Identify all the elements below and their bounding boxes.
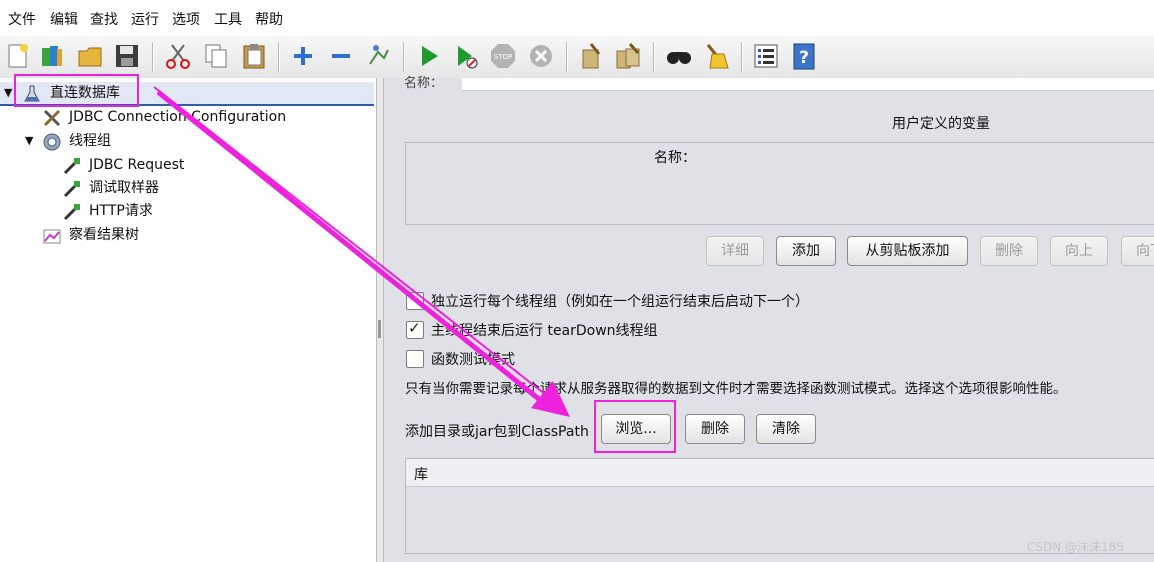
- test-plan-tree: ▼ 直连数据库 JDBC Connection Configuration ▼ …: [0, 78, 376, 562]
- toggle-icon[interactable]: [364, 42, 392, 70]
- detail-button[interactable]: 详细: [706, 236, 764, 266]
- tree-item-label: HTTP请求: [89, 203, 153, 219]
- user-variables-table[interactable]: 名称：: [405, 142, 1154, 225]
- toolbar-separator: [278, 42, 280, 72]
- expand-icon[interactable]: [289, 42, 317, 70]
- chart-icon: [43, 229, 61, 244]
- search-icon[interactable]: [665, 42, 693, 70]
- test-plan-panel: 名称： 用户定义的变量 名称： 详细 添加 从剪贴板添加 删除 向上 向下 独立…: [384, 76, 1154, 562]
- templates-icon[interactable]: [38, 42, 66, 70]
- watermark: CSDN @沫沫18S: [1027, 540, 1124, 554]
- move-down-button[interactable]: 向下: [1121, 236, 1154, 266]
- tree-item-label: 调试取样器: [89, 180, 159, 196]
- copy-icon[interactable]: [202, 42, 230, 70]
- save-icon[interactable]: [113, 42, 141, 70]
- toolbar-separator: [653, 42, 655, 72]
- toolbar-separator: [403, 42, 405, 72]
- sampler-icon: [63, 204, 80, 221]
- wrench-icon: [43, 109, 61, 127]
- teardown-on-shutdown-checkbox[interactable]: [406, 319, 424, 339]
- toolbar-separator: [741, 42, 743, 72]
- svg-text:?: ?: [799, 48, 809, 68]
- expand-toggle-icon[interactable]: ▼: [25, 130, 33, 152]
- menu-edit[interactable]: 编辑: [50, 9, 78, 29]
- tree-item-label: JDBC Request: [89, 157, 185, 173]
- menu-run[interactable]: 运行: [131, 9, 159, 29]
- name-label: 名称：: [404, 76, 444, 91]
- add-button[interactable]: 添加: [776, 236, 836, 266]
- collapse-icon[interactable]: [327, 42, 355, 70]
- highlight-box-root: [14, 74, 139, 107]
- functional-mode-checkbox[interactable]: [406, 350, 424, 368]
- run-groups-consecutively-checkbox[interactable]: [406, 292, 424, 310]
- paste-icon[interactable]: [240, 42, 268, 70]
- menu-file[interactable]: 文件: [8, 9, 36, 29]
- delete-row-button[interactable]: 删除: [980, 236, 1038, 266]
- toolbar-separator: [152, 42, 154, 72]
- clear-classpath-button[interactable]: 清除: [756, 414, 816, 444]
- remove-classpath-button[interactable]: 删除: [685, 414, 745, 444]
- expand-toggle-icon[interactable]: ▼: [4, 82, 12, 104]
- open-icon[interactable]: [76, 42, 104, 70]
- help-icon[interactable]: ?: [790, 42, 818, 70]
- toolbar-separator: [566, 42, 568, 72]
- cut-icon[interactable]: [164, 42, 192, 70]
- menu-options[interactable]: 选项: [172, 9, 200, 29]
- checkbox-label: 主线程结束后运行 tearDown线程组: [431, 323, 658, 339]
- column-header-name: 名称：: [654, 150, 696, 166]
- menu-tools[interactable]: 工具: [214, 9, 242, 29]
- clear-icon[interactable]: [577, 42, 605, 70]
- menu-bar: 文件 编辑 查找 运行 选项 工具 帮助: [0, 0, 1154, 36]
- gear-icon: [43, 133, 61, 151]
- section-title: 用户定义的变量: [892, 116, 990, 132]
- svg-text:STOP: STOP: [494, 53, 512, 61]
- name-input[interactable]: [462, 78, 1154, 91]
- sampler-icon: [63, 181, 80, 198]
- toolbar: STOP ?: [0, 36, 1154, 79]
- sampler-icon: [63, 158, 80, 175]
- tree-item-label: 线程组: [69, 133, 111, 149]
- checkbox-label: 独立运行每个线程组（例如在一个组运行结束后启动下一个）: [431, 294, 809, 310]
- tree-item-label: JDBC Connection Configuration: [69, 109, 287, 125]
- classpath-label: 添加目录或jar包到ClassPath: [405, 424, 589, 440]
- library-header-label: 库: [414, 467, 428, 483]
- add-from-clipboard-button[interactable]: 从剪贴板添加: [847, 236, 968, 266]
- library-column-header: 库: [406, 459, 1154, 487]
- tree-item-label: 察看结果树: [69, 227, 139, 243]
- clear-all-icon[interactable]: [614, 42, 642, 70]
- menu-help[interactable]: 帮助: [255, 9, 283, 29]
- divider-grip[interactable]: [378, 320, 381, 338]
- shutdown-icon[interactable]: [527, 42, 555, 70]
- menu-search[interactable]: 查找: [90, 9, 118, 29]
- function-helper-icon[interactable]: [752, 42, 780, 70]
- checkbox-label: 函数测试模式: [431, 352, 515, 368]
- stop-icon[interactable]: STOP: [489, 42, 517, 70]
- start-no-pause-icon[interactable]: [452, 42, 480, 70]
- move-up-button[interactable]: 向上: [1050, 236, 1108, 266]
- split-divider[interactable]: [376, 78, 384, 562]
- start-icon[interactable]: [415, 42, 443, 70]
- functional-mode-hint: 只有当你需要记录每个请求从服务器取得的数据到文件时才需要选择函数测试模式。选择这…: [405, 381, 1067, 397]
- highlight-box-browse: [594, 400, 676, 453]
- reset-search-icon[interactable]: [702, 42, 730, 70]
- new-icon[interactable]: [4, 42, 32, 70]
